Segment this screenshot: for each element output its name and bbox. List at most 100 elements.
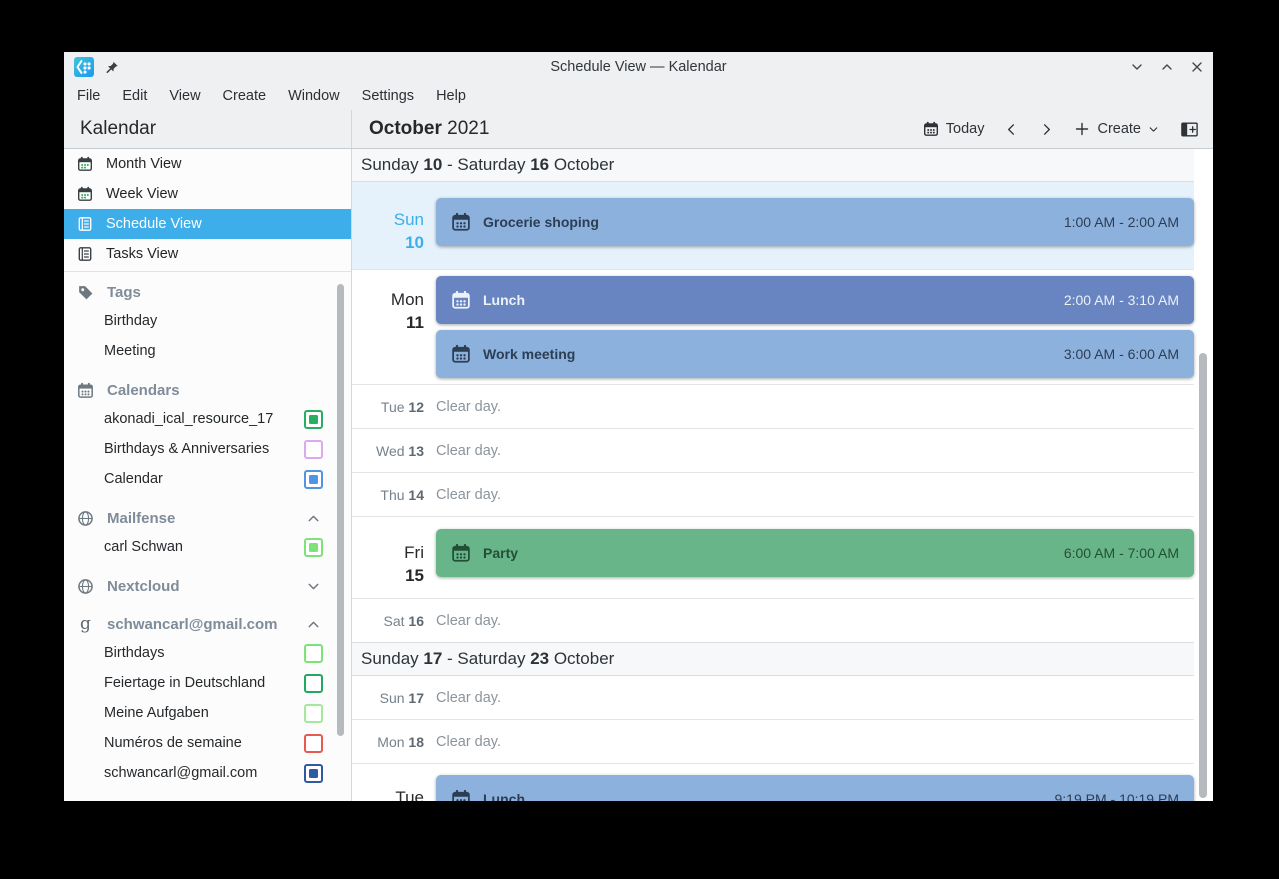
globe-icon bbox=[77, 510, 94, 527]
window-controls bbox=[1129, 59, 1205, 75]
desktop-background: Schedule View — Kalendar File Edit View … bbox=[0, 0, 1279, 879]
event-time: 1:00 AM - 2:00 AM bbox=[1064, 214, 1179, 230]
next-button[interactable] bbox=[1039, 122, 1054, 137]
menu-window[interactable]: Window bbox=[277, 82, 351, 110]
account-gmail-header[interactable]: g schwancarl@gmail.com bbox=[64, 610, 351, 638]
clear-day-text: Clear day. bbox=[436, 399, 501, 415]
menu-settings[interactable]: Settings bbox=[351, 82, 425, 110]
day-events: Party 6:00 AM - 7:00 AM bbox=[436, 529, 1194, 586]
schedule-scrollbar[interactable] bbox=[1199, 353, 1207, 798]
account-nextcloud-header[interactable]: Nextcloud bbox=[64, 572, 351, 600]
sidebar-item-month-view[interactable]: Month View bbox=[64, 149, 351, 179]
menu-file[interactable]: File bbox=[66, 82, 111, 110]
calendar-label: Feiertage in Deutschland bbox=[104, 675, 265, 691]
tag-item-meeting[interactable]: Meeting bbox=[64, 336, 351, 366]
menu-help[interactable]: Help bbox=[425, 82, 477, 110]
week-header: Sunday 10 - Saturday 16 October bbox=[352, 149, 1194, 182]
day-label: Mon 18 bbox=[352, 734, 436, 750]
calendar-checkbox[interactable] bbox=[304, 644, 323, 663]
day-label: Thu 14 bbox=[352, 487, 436, 503]
calendar-item[interactable]: Numéros de semaine bbox=[64, 728, 351, 758]
sidebar-item-schedule-view[interactable]: Schedule View bbox=[64, 209, 351, 239]
sidebar-item-tasks-view[interactable]: Tasks View bbox=[64, 239, 351, 269]
event-title: Work meeting bbox=[483, 346, 575, 362]
calendar-label: schwancarl@gmail.com bbox=[104, 765, 257, 781]
chevron-up-icon[interactable] bbox=[305, 510, 322, 527]
event-time: 9:19 PM - 10:19 PM bbox=[1054, 791, 1179, 801]
account-title: Mailfense bbox=[107, 510, 175, 527]
calendar-checkbox[interactable] bbox=[304, 704, 323, 723]
kalendar-app-icon bbox=[74, 57, 94, 77]
calendar-checkbox[interactable] bbox=[304, 470, 323, 489]
sidebar-item-week-view[interactable]: Week View bbox=[64, 179, 351, 209]
day-row-mon-11: Mon 11 Lunch 2:00 AM - 3:10 AM Wo bbox=[352, 270, 1194, 385]
event-party[interactable]: Party 6:00 AM - 7:00 AM bbox=[436, 529, 1194, 577]
titlebar[interactable]: Schedule View — Kalendar bbox=[64, 52, 1213, 82]
toolbar: Today Create bbox=[923, 120, 1199, 139]
google-g-icon: g bbox=[77, 616, 94, 633]
kalendar-window: Schedule View — Kalendar File Edit View … bbox=[64, 52, 1213, 801]
checkbox-fill bbox=[309, 543, 318, 552]
day-events: Grocerie shoping 1:00 AM - 2:00 AM bbox=[436, 198, 1194, 253]
calendar-checkbox[interactable] bbox=[304, 410, 323, 429]
tag-label: Birthday bbox=[104, 313, 157, 329]
menu-edit[interactable]: Edit bbox=[111, 82, 158, 110]
tag-item-birthday[interactable]: Birthday bbox=[64, 306, 351, 336]
day-label: Fri 15 bbox=[352, 529, 436, 586]
clear-day-text: Clear day. bbox=[436, 487, 501, 503]
sidebar-panel-icon bbox=[1180, 120, 1199, 139]
today-button[interactable]: Today bbox=[923, 121, 985, 137]
event-grocerie-shoping[interactable]: Grocerie shoping 1:00 AM - 2:00 AM bbox=[436, 198, 1194, 246]
event-title: Lunch bbox=[483, 791, 525, 801]
day-row-tue-19: Tue 19 Lunch 9:19 PM - 10:19 PM bbox=[352, 764, 1194, 801]
day-events: Lunch 9:19 PM - 10:19 PM bbox=[436, 775, 1194, 801]
calendar-checkbox[interactable] bbox=[304, 734, 323, 753]
calendar-checkbox[interactable] bbox=[304, 538, 323, 557]
section-title: Tags bbox=[107, 284, 141, 301]
maximize-button[interactable] bbox=[1159, 59, 1175, 75]
calendar-item[interactable]: Feiertage in Deutschland bbox=[64, 668, 351, 698]
calendar-item[interactable]: akonadi_ical_resource_17 bbox=[64, 404, 351, 434]
calendar-item[interactable]: Calendar bbox=[64, 464, 351, 494]
account-title: Nextcloud bbox=[107, 578, 180, 595]
calendar-item[interactable]: schwancarl@gmail.com bbox=[64, 758, 351, 788]
account-mailfense-header[interactable]: Mailfense bbox=[64, 504, 351, 532]
main-header: October 2021 Today Create bbox=[352, 110, 1213, 148]
journal-icon bbox=[77, 216, 93, 232]
month-name: October bbox=[369, 118, 442, 139]
day-row-sun-10: Sun 10 Grocerie shoping 1:00 AM - 2:00 A… bbox=[352, 182, 1194, 270]
tags-section-header[interactable]: Tags bbox=[64, 278, 351, 306]
chevron-down-icon[interactable] bbox=[305, 578, 322, 595]
menu-view[interactable]: View bbox=[158, 82, 211, 110]
calendar-checkbox[interactable] bbox=[304, 674, 323, 693]
create-label: Create bbox=[1097, 121, 1141, 137]
calendars-section-header[interactable]: Calendars bbox=[64, 376, 351, 404]
menubar: File Edit View Create Window Settings He… bbox=[64, 82, 1213, 110]
event-lunch[interactable]: Lunch 2:00 AM - 3:10 AM bbox=[436, 276, 1194, 324]
views-toggle-button[interactable] bbox=[1180, 120, 1199, 139]
previous-button[interactable] bbox=[1004, 122, 1019, 137]
chevron-up-icon[interactable] bbox=[305, 616, 322, 633]
calendar-item[interactable]: carl Schwan bbox=[64, 532, 351, 562]
event-work-meeting[interactable]: Work meeting 3:00 AM - 6:00 AM bbox=[436, 330, 1194, 378]
day-label: Mon 11 bbox=[352, 276, 436, 378]
pin-icon[interactable] bbox=[104, 60, 119, 75]
create-button[interactable]: Create bbox=[1074, 121, 1160, 137]
header-strip: Kalendar October 2021 Today bbox=[64, 110, 1213, 149]
calendar-label: Numéros de semaine bbox=[104, 735, 242, 751]
calendar-label: Birthdays & Anniversaries bbox=[104, 441, 269, 457]
event-title: Grocerie shoping bbox=[483, 214, 599, 230]
calendar-item[interactable]: Birthdays & Anniversaries bbox=[64, 434, 351, 464]
calendar-item[interactable]: Birthdays bbox=[64, 638, 351, 668]
sidebar-scrollbar[interactable] bbox=[337, 284, 344, 736]
calendar-checkbox[interactable] bbox=[304, 764, 323, 783]
minimize-button[interactable] bbox=[1129, 59, 1145, 75]
calendar-label: carl Schwan bbox=[104, 539, 183, 555]
calendar-checkbox[interactable] bbox=[304, 440, 323, 459]
event-time: 6:00 AM - 7:00 AM bbox=[1064, 545, 1179, 561]
menu-create[interactable]: Create bbox=[212, 82, 278, 110]
week-header: Sunday 17 - Saturday 23 October bbox=[352, 642, 1194, 676]
event-lunch[interactable]: Lunch 9:19 PM - 10:19 PM bbox=[436, 775, 1194, 801]
calendar-item[interactable]: Meine Aufgaben bbox=[64, 698, 351, 728]
close-button[interactable] bbox=[1189, 59, 1205, 75]
